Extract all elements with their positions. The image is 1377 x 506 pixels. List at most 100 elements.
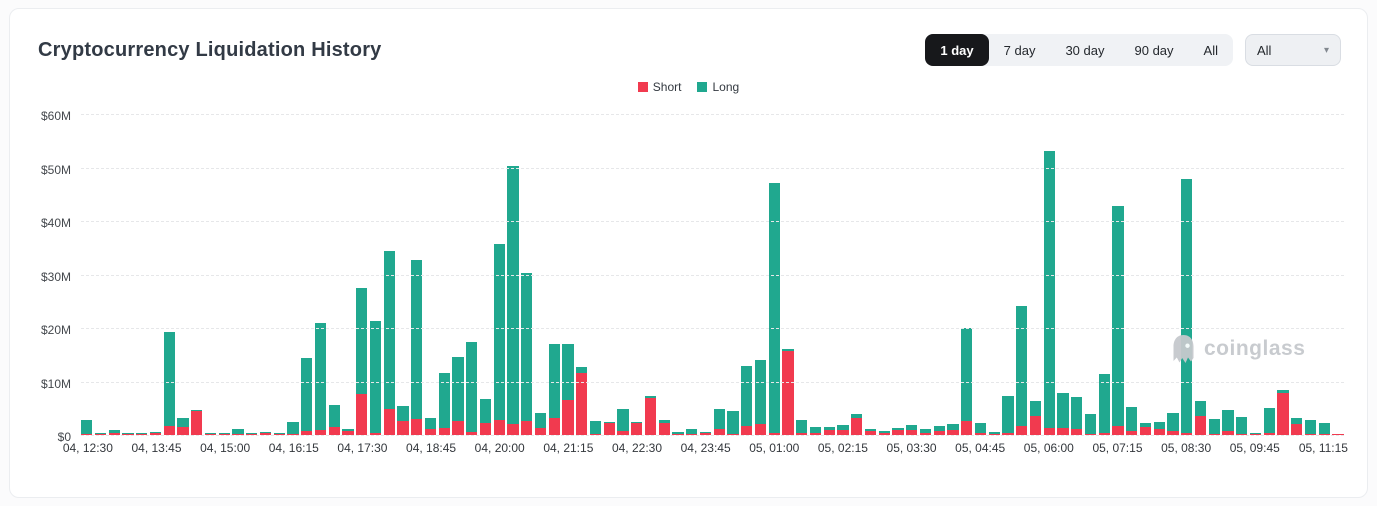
bar-short-segment: [562, 400, 573, 435]
card-header: Cryptocurrency Liquidation History 1 day…: [10, 9, 1367, 67]
chart: $60M$50M$40M$30M$20M$10M$0 04, 12:3004, …: [10, 100, 1367, 480]
bar-long-segment: [1319, 423, 1330, 434]
bar-long-segment: [452, 357, 463, 421]
bar-long-segment: [727, 411, 738, 434]
x-axis-label: 04, 18:45: [406, 441, 456, 455]
y-axis-label: $30M: [41, 270, 71, 284]
bar-long-segment: [755, 360, 766, 425]
y-axis-label: $20M: [41, 323, 71, 337]
bar-long-segment: [164, 332, 175, 426]
y-axis-label: $50M: [41, 163, 71, 177]
bar-short-segment: [631, 423, 642, 435]
legend-swatch-short: [638, 82, 648, 92]
bar-short-segment: [659, 423, 670, 435]
range-button-90-day[interactable]: 90 day: [1120, 34, 1189, 66]
x-axis-label: 04, 13:45: [131, 441, 181, 455]
bar-long-segment: [1085, 414, 1096, 434]
bar-short-segment: [1112, 426, 1123, 435]
watermark-text: coinglass: [1204, 337, 1305, 361]
range-button-7-day[interactable]: 7 day: [989, 34, 1051, 66]
x-axis-label: 04, 21:15: [543, 441, 593, 455]
x-axis-label: 05, 07:15: [1092, 441, 1142, 455]
bar-long-segment: [1112, 206, 1123, 426]
bar-short-segment: [1140, 427, 1151, 435]
bar-short-segment: [480, 423, 491, 435]
x-axis-label: 04, 23:45: [681, 441, 731, 455]
bar-short-segment: [851, 418, 862, 435]
coin-select[interactable]: All ▾: [1245, 34, 1341, 66]
y-axis-label: $60M: [41, 109, 71, 123]
gridline: $20M: [81, 328, 1344, 329]
bar-long-segment: [480, 399, 491, 423]
coin-select-value: All: [1257, 43, 1271, 58]
watermark: coinglass: [1170, 334, 1305, 364]
bar-short-segment: [439, 428, 450, 435]
legend-item-long[interactable]: Long: [697, 80, 739, 94]
x-axis-label: 05, 01:00: [749, 441, 799, 455]
x-axis-label: 05, 03:30: [887, 441, 937, 455]
bar-long-segment: [1236, 417, 1247, 434]
bar-long-segment: [287, 422, 298, 434]
bar-long-segment: [494, 244, 505, 419]
bar-short-segment: [397, 421, 408, 435]
legend-swatch-long: [697, 82, 707, 92]
bar-short-segment: [164, 426, 175, 435]
bar-long-segment: [356, 288, 367, 394]
bar-short-segment: [384, 409, 395, 435]
bar-short-segment: [507, 424, 518, 435]
x-axis-label: 04, 17:30: [337, 441, 387, 455]
bar-short-segment: [1044, 428, 1055, 435]
bar-long-segment: [1209, 419, 1220, 434]
bar-short-segment: [604, 423, 615, 435]
x-axis-label: 05, 09:45: [1230, 441, 1280, 455]
bar-long-segment: [562, 344, 573, 401]
bar-short-segment: [452, 421, 463, 435]
bar-short-segment: [549, 418, 560, 435]
x-axis-label: 04, 20:00: [475, 441, 525, 455]
bar-short-segment: [191, 411, 202, 435]
x-axis-label: 04, 15:00: [200, 441, 250, 455]
range-button-all[interactable]: All: [1189, 34, 1233, 66]
bar-long-segment: [590, 421, 601, 434]
gridline: $50M: [81, 168, 1344, 169]
legend-label: Short: [653, 80, 682, 94]
chevron-down-icon: ▾: [1324, 45, 1329, 56]
range-button-1-day[interactable]: 1 day: [925, 34, 988, 66]
bar-long-segment: [1195, 401, 1206, 416]
bar-long-segment: [315, 323, 326, 430]
bar-long-segment: [796, 420, 807, 433]
bar-long-segment: [975, 423, 986, 433]
bar-long-segment: [1016, 306, 1027, 426]
bar-short-segment: [1030, 416, 1041, 435]
page-title: Cryptocurrency Liquidation History: [38, 39, 382, 62]
bar-long-segment: [1002, 396, 1013, 433]
gridline: $60M: [81, 114, 1344, 115]
bar-long-segment: [397, 406, 408, 421]
x-axis-label: 05, 02:15: [818, 441, 868, 455]
bar-short-segment: [521, 421, 532, 435]
bar-short-segment: [645, 398, 656, 435]
gridline: $30M: [81, 275, 1344, 276]
bar-long-segment: [741, 366, 752, 426]
bar-short-segment: [755, 424, 766, 435]
x-axis-label: 04, 12:30: [63, 441, 113, 455]
liquidation-history-card: Cryptocurrency Liquidation History 1 day…: [9, 8, 1368, 498]
header-controls: 1 day7 day30 day90 dayAll All ▾: [925, 34, 1341, 66]
gridline: $40M: [81, 221, 1344, 222]
bar-short-segment: [535, 428, 546, 435]
bar-long-segment: [714, 409, 725, 429]
x-axis-label: 05, 06:00: [1024, 441, 1074, 455]
bar-short-segment: [177, 427, 188, 435]
bar-short-segment: [411, 419, 422, 435]
x-axis-label: 04, 16:15: [269, 441, 319, 455]
range-button-30-day[interactable]: 30 day: [1050, 34, 1119, 66]
bar-short-segment: [494, 420, 505, 436]
legend-item-short[interactable]: Short: [638, 80, 682, 94]
y-axis-label: $40M: [41, 216, 71, 230]
coinglass-ghost-icon: [1170, 334, 1197, 364]
x-axis: 04, 12:3004, 13:4504, 15:0004, 16:1504, …: [81, 441, 1344, 457]
plot-area: $60M$50M$40M$30M$20M$10M$0: [81, 114, 1344, 435]
bar-short-segment: [741, 426, 752, 435]
bar-long-segment: [507, 166, 518, 424]
bar-long-segment: [617, 409, 628, 431]
